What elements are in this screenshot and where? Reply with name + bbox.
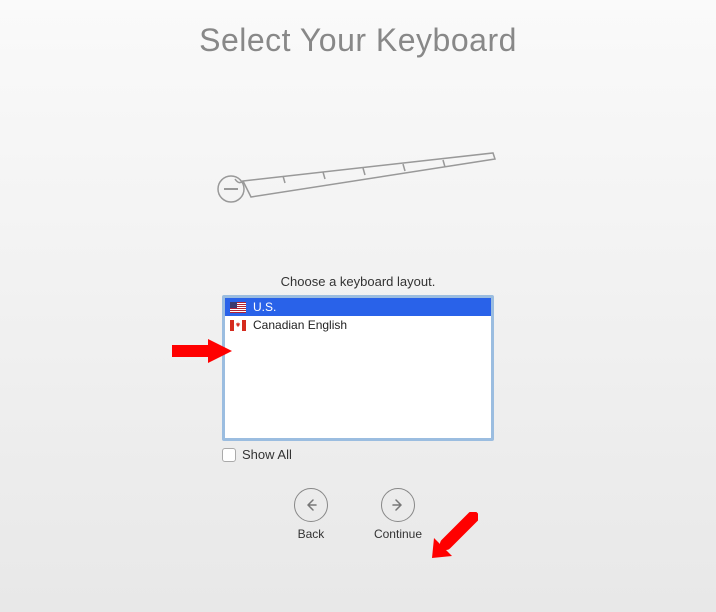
list-item-us[interactable]: U.S. [225, 298, 491, 316]
keyboard-icon [213, 139, 503, 219]
us-flag-icon [230, 302, 246, 313]
continue-button[interactable]: Continue [374, 488, 422, 541]
list-item-label: U.S. [253, 300, 276, 314]
continue-label: Continue [374, 527, 422, 541]
list-item-canadian[interactable]: Canadian English [225, 316, 491, 334]
show-all-label: Show All [242, 447, 292, 462]
show-all-row: Show All [222, 447, 494, 462]
list-item-label: Canadian English [253, 318, 347, 332]
back-label: Back [298, 527, 325, 541]
show-all-checkbox[interactable] [222, 448, 236, 462]
instruction-text: Choose a keyboard layout. [0, 274, 716, 289]
back-button[interactable]: Back [294, 488, 328, 541]
nav-buttons: Back Continue [0, 488, 716, 541]
page-title: Select Your Keyboard [0, 22, 716, 59]
arrow-left-icon [294, 488, 328, 522]
canada-flag-icon [230, 320, 246, 331]
arrow-right-icon [381, 488, 415, 522]
keyboard-layout-list[interactable]: U.S. Canadian English [222, 295, 494, 441]
